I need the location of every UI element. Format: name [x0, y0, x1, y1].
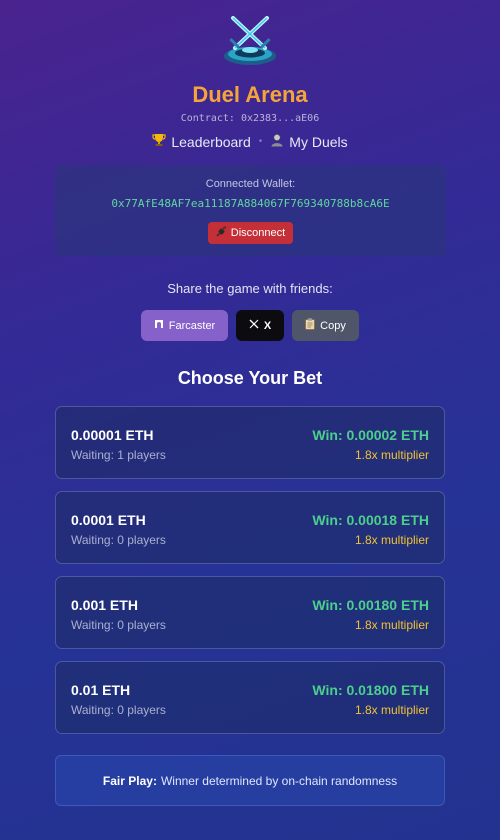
fair-play-text: Winner determined by on-chain randomness	[160, 773, 398, 788]
share-buttons: Farcaster X Copy	[0, 310, 500, 341]
copy-label: Copy	[320, 319, 346, 332]
bet-amount: 0.01 ETH	[71, 682, 131, 698]
bet-win-amount: Win: 0.00002 ETH	[312, 427, 429, 443]
bet-option-card[interactable]: 0.01 ETH Waiting: 0 players Win: 0.01800…	[55, 661, 445, 734]
nav-separator: •	[258, 136, 263, 147]
bet-option-card[interactable]: 0.0001 ETH Waiting: 0 players Win: 0.000…	[55, 491, 445, 564]
contract-address: Contract: 0x2383...aE06	[180, 113, 320, 124]
x-logo-icon	[249, 319, 259, 332]
bet-multiplier: 1.8x multiplier	[354, 618, 429, 632]
wallet-card: Connected Wallet: 0x77AfE48AF7ea11187A88…	[55, 165, 446, 256]
x-label: X	[263, 319, 272, 332]
disconnect-label: Disconnect	[230, 227, 286, 239]
clipboard-icon	[305, 318, 316, 333]
bet-amount: 0.00001 ETH	[71, 427, 154, 443]
nav-links: Leaderboard • My Duels	[0, 133, 500, 150]
fair-play-label: Fair Play:	[102, 773, 157, 788]
share-label: Share the game with friends:	[167, 281, 333, 296]
bet-multiplier: 1.8x multiplier	[354, 448, 429, 462]
bet-amount: 0.001 ETH	[71, 597, 138, 613]
crossed-swords-arena-icon	[221, 10, 279, 72]
share-farcaster-button[interactable]: Farcaster	[141, 310, 228, 341]
bet-win-amount: Win: 0.00018 ETH	[312, 512, 429, 528]
bet-waiting-count: Waiting: 0 players	[71, 533, 166, 547]
my-duels-link[interactable]: My Duels	[270, 133, 348, 150]
disconnect-button[interactable]: Disconnect	[207, 222, 294, 244]
farcaster-label: Farcaster	[168, 319, 216, 332]
bet-win-amount: Win: 0.01800 ETH	[312, 682, 429, 698]
my-duels-label: My Duels	[289, 133, 348, 150]
choose-bet-heading: Choose Your Bet	[177, 368, 323, 388]
copy-link-button[interactable]: Copy	[292, 310, 359, 341]
fair-play-notice: Fair Play: Winner determined by on-chain…	[55, 755, 445, 806]
bet-waiting-count: Waiting: 1 players	[71, 448, 166, 462]
plug-icon	[216, 226, 227, 240]
bet-waiting-count: Waiting: 0 players	[71, 703, 166, 717]
bet-waiting-count: Waiting: 0 players	[71, 618, 166, 632]
bet-option-card[interactable]: 0.00001 ETH Waiting: 1 players Win: 0.00…	[55, 406, 445, 479]
bet-multiplier: 1.8x multiplier	[354, 533, 429, 547]
bet-multiplier: 1.8x multiplier	[354, 703, 429, 717]
bet-win-amount: Win: 0.00180 ETH	[312, 597, 429, 613]
leaderboard-link[interactable]: Leaderboard	[152, 133, 251, 150]
bet-amount: 0.0001 ETH	[71, 512, 146, 528]
share-x-button[interactable]: X	[236, 310, 284, 341]
bet-list: 0.00001 ETH Waiting: 1 players Win: 0.00…	[55, 406, 445, 746]
leaderboard-label: Leaderboard	[171, 133, 251, 150]
farcaster-icon	[154, 319, 164, 332]
wallet-label: Connected Wallet:	[205, 178, 296, 190]
user-icon	[270, 133, 284, 150]
page-title: Duel Arena	[192, 82, 308, 107]
bet-option-card[interactable]: 0.001 ETH Waiting: 0 players Win: 0.0018…	[55, 576, 445, 649]
trophy-icon	[152, 133, 166, 150]
wallet-address: 0x77AfE48AF7ea11187A884067F769340788b8cA…	[111, 197, 390, 210]
